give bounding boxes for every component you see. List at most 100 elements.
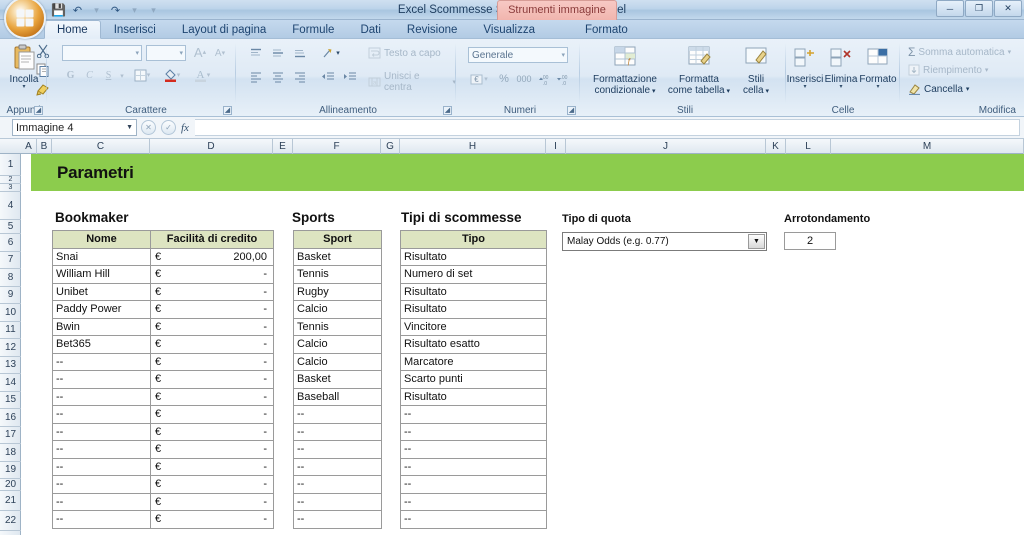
tab-dati[interactable]: Dati: [347, 20, 393, 39]
table-row[interactable]: --: [400, 510, 547, 529]
merge-center-button[interactable]: a Unisci e centra ▾: [368, 71, 456, 93]
row-header-4[interactable]: 4: [0, 192, 21, 220]
numeri-dialog-launcher[interactable]: ◢: [567, 106, 576, 115]
autosum-dropdown-icon[interactable]: ▾: [1008, 48, 1012, 56]
column-header-e[interactable]: E: [273, 139, 293, 154]
cell-bookmaker-nome[interactable]: --: [52, 422, 151, 441]
table-row[interactable]: --: [293, 510, 382, 529]
row-header-18[interactable]: 18: [0, 444, 21, 462]
redo-icon[interactable]: ↷: [107, 2, 124, 19]
cell-tipo[interactable]: Scarto punti: [400, 370, 547, 389]
fill-color-button[interactable]: ▾: [162, 67, 182, 83]
comma-format-button[interactable]: 000: [514, 71, 534, 87]
table-row[interactable]: --: [400, 440, 547, 459]
font-color-button[interactable]: A ▾: [192, 67, 212, 83]
number-format-select[interactable]: Generale ▾: [468, 47, 568, 63]
bet-types-table[interactable]: Tipo Risultato Numero di set Risultato Risu…: [400, 230, 547, 529]
table-row[interactable]: -- € -: [52, 405, 274, 424]
table-row[interactable]: Tennis: [293, 317, 382, 336]
cell-bookmaker-credito[interactable]: € -: [150, 282, 274, 301]
row-header-22[interactable]: 22: [0, 511, 21, 531]
cell-bookmaker-credito[interactable]: € -: [150, 352, 274, 371]
tab-layout-pagina[interactable]: Layout di pagina: [169, 20, 279, 39]
underline-button[interactable]: S: [100, 67, 117, 83]
row-header-8[interactable]: 8: [0, 269, 21, 287]
cell-tipo[interactable]: --: [400, 475, 547, 494]
cell-sport[interactable]: Calcio: [293, 300, 382, 319]
tab-visualizza[interactable]: Visualizza: [470, 20, 548, 39]
cell-tipo[interactable]: Vincitore: [400, 317, 547, 336]
cell-bookmaker-nome[interactable]: Paddy Power: [52, 300, 151, 319]
table-row[interactable]: Calcio: [293, 335, 382, 354]
insert-function-icon[interactable]: fx: [181, 122, 189, 134]
table-row[interactable]: --: [400, 457, 547, 476]
table-row[interactable]: -- € -: [52, 475, 274, 494]
currency-format-button[interactable]: € ▾: [468, 71, 490, 87]
cell-bookmaker-nome[interactable]: --: [52, 352, 151, 371]
table-row[interactable]: --: [293, 440, 382, 459]
cancel-formula-icon[interactable]: ✕: [141, 120, 156, 135]
increase-decimal-button[interactable]: .00.0: [536, 71, 554, 87]
tab-inserisci[interactable]: Inserisci: [101, 20, 169, 39]
bold-button[interactable]: G: [62, 67, 79, 83]
cell-bookmaker-credito[interactable]: € -: [150, 335, 274, 354]
cell-bookmaker-credito[interactable]: € -: [150, 510, 274, 529]
cell-sport[interactable]: --: [293, 492, 382, 511]
row-header-3[interactable]: 3: [0, 184, 21, 192]
table-row[interactable]: Risultato esatto: [400, 335, 547, 354]
cell-tipo[interactable]: Risultato: [400, 387, 547, 406]
chevron-down-icon[interactable]: ▼: [126, 124, 133, 131]
cell-tipo[interactable]: Risultato: [400, 247, 547, 266]
table-row[interactable]: -- € -: [52, 422, 274, 441]
percent-format-button[interactable]: %: [496, 71, 512, 87]
carattere-dialog-launcher[interactable]: ◢: [223, 106, 232, 115]
tab-home[interactable]: Home: [44, 20, 101, 39]
cell-bookmaker-credito[interactable]: € -: [150, 457, 274, 476]
row-header-14[interactable]: 14: [0, 374, 21, 392]
row-header-6[interactable]: 6: [0, 234, 21, 252]
cell-sport[interactable]: Calcio: [293, 352, 382, 371]
increase-indent-button[interactable]: [340, 69, 360, 85]
chevron-down-icon[interactable]: ▼: [748, 234, 765, 249]
cell-bookmaker-credito[interactable]: €200,00: [150, 247, 274, 266]
cell-bookmaker-credito[interactable]: € -: [150, 422, 274, 441]
insert-cells-button[interactable]: Inserisci ▾: [786, 43, 824, 90]
clear-dropdown-icon[interactable]: ▾: [966, 85, 970, 93]
cell-sport[interactable]: --: [293, 405, 382, 424]
table-row[interactable]: --: [293, 492, 382, 511]
italic-button[interactable]: C: [81, 67, 98, 83]
cell-tipo[interactable]: --: [400, 405, 547, 424]
row-header-5[interactable]: 5: [0, 220, 21, 234]
column-header-m[interactable]: M: [831, 139, 1024, 154]
format-painter-button[interactable]: [36, 82, 50, 96]
table-row[interactable]: Risultato: [400, 282, 547, 301]
table-row[interactable]: Unibet € -: [52, 282, 274, 301]
table-row[interactable]: Calcio: [293, 352, 382, 371]
close-button[interactable]: ✕: [994, 0, 1022, 17]
row-header-10[interactable]: 10: [0, 304, 21, 322]
table-row[interactable]: Risultato: [400, 247, 547, 266]
align-bottom-button[interactable]: [290, 45, 310, 61]
orientation-dropdown-icon[interactable]: ▾: [336, 49, 340, 57]
clear-button[interactable]: Cancella ▾: [908, 83, 969, 95]
column-header-f[interactable]: F: [293, 139, 381, 154]
orientation-button[interactable]: ▾: [318, 45, 344, 61]
cell-bookmaker-credito[interactable]: € -: [150, 370, 274, 389]
table-row[interactable]: Marcatore: [400, 352, 547, 371]
table-row[interactable]: Vincitore: [400, 317, 547, 336]
cell-bookmaker-nome[interactable]: Bet365: [52, 335, 151, 354]
quick-access-toolbar[interactable]: 💾 ↶ ▾ ↷ ▾ ▾: [50, 1, 162, 19]
window-controls[interactable]: ─ ❐ ✕: [936, 0, 1022, 17]
chevron-down-icon[interactable]: ▾: [561, 51, 565, 59]
table-row[interactable]: -- € -: [52, 352, 274, 371]
cell-bookmaker-nome[interactable]: --: [52, 475, 151, 494]
cell-bookmaker-credito[interactable]: € -: [150, 475, 274, 494]
chevron-down-icon[interactable]: ▾: [135, 49, 139, 57]
customize-qat-icon[interactable]: ▾: [145, 2, 162, 19]
column-header-l[interactable]: L: [786, 139, 831, 154]
table-row[interactable]: --: [293, 457, 382, 476]
column-header-h[interactable]: H: [400, 139, 546, 154]
cell-tipo[interactable]: Risultato esatto: [400, 335, 547, 354]
column-header-g[interactable]: G: [381, 139, 400, 154]
grow-font-button[interactable]: A ▴: [191, 44, 209, 60]
